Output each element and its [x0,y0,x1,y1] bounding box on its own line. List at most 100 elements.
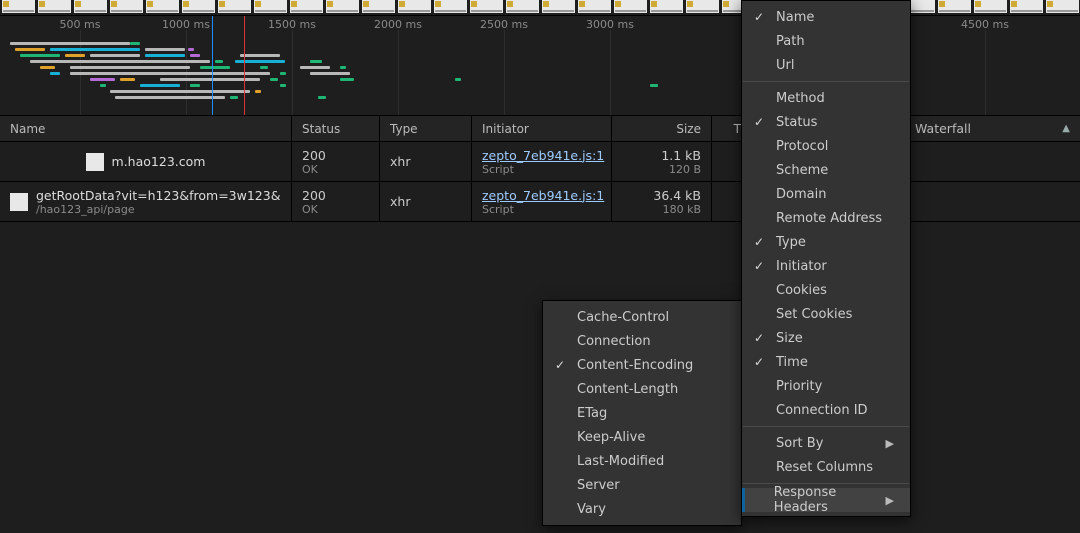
timeline-thumbnail[interactable] [542,0,575,13]
overview-bar [160,78,260,81]
timeline-thumbnail[interactable] [2,0,35,13]
menu-item-label: Set Cookies [776,307,852,322]
overview-bar [10,42,130,45]
column-header-status[interactable]: Status [292,116,380,141]
overview-bar [255,90,261,93]
timeline-thumbnail[interactable] [470,0,503,13]
menu-item[interactable]: Domain [742,182,910,206]
submenu-item[interactable]: Server [543,473,741,497]
overview-bar [145,48,185,51]
timeline-marker [244,16,245,115]
timeline-thumbnail[interactable] [1010,0,1043,13]
submenu-item[interactable]: Last-Modified [543,449,741,473]
timeline-thumbnail[interactable] [218,0,251,13]
initiator-link[interactable]: zepto_7eb941e.js:1 [482,148,601,163]
menu-item[interactable]: Path [742,29,910,53]
submenu-item[interactable]: ✓Content-Encoding [543,353,741,377]
timeline-thumbnail[interactable] [398,0,431,13]
timeline-thumbnail[interactable] [326,0,359,13]
status-code: 200 [302,188,369,203]
timeline-thumbnail[interactable] [254,0,287,13]
column-header-initiator[interactable]: Initiator [472,116,612,141]
menu-item-label: Method [776,91,825,106]
menu-item[interactable]: ✓Time [742,350,910,374]
timeline-thumbnail[interactable] [686,0,719,13]
timeline-thumbnail[interactable] [74,0,107,13]
timeline-thumbnail[interactable] [434,0,467,13]
menu-item[interactable]: Remote Address [742,206,910,230]
timeline-thumbnail[interactable] [1046,0,1079,13]
timeline-thumbnail[interactable] [506,0,539,13]
menu-item[interactable]: Response Headers▶ [742,488,910,512]
menu-item-label: Domain [776,187,826,202]
overview-bar [200,66,230,69]
request-type: xhr [390,154,461,169]
menu-item[interactable]: Scheme [742,158,910,182]
column-header-size[interactable]: Size [612,116,712,141]
menu-item-label: Type [776,235,806,250]
timeline-thumbnail[interactable] [578,0,611,13]
submenu-label: Vary [577,502,606,517]
menu-item[interactable]: Method [742,86,910,110]
menu-item[interactable]: Url [742,53,910,77]
overview-bar [340,78,354,81]
initiator-link[interactable]: zepto_7eb941e.js:1 [482,188,601,203]
header-context-menu[interactable]: ✓NamePathUrl Method ✓ Status ProtocolScheme D… [741,0,911,517]
overview-bar [110,90,250,93]
overview-bar [300,66,330,69]
menu-item[interactable]: ✓ Type [742,230,910,254]
menu-item[interactable]: ✓Name [742,5,910,29]
status-code: 200 [302,148,369,163]
check-icon: ✓ [752,10,766,24]
timeline-thumbnail[interactable] [110,0,143,13]
check-icon: ✓ [752,235,766,249]
response-headers-submenu[interactable]: Cache-ControlConnection✓Content-Encoding… [542,300,742,526]
menu-item[interactable]: Sort By▶ [742,431,910,455]
timeline-thumbnail[interactable] [974,0,1007,13]
overview-bar [230,96,238,99]
submenu-item[interactable]: Cache-Control [543,305,741,329]
timeline-thumbnail-strip[interactable] [0,0,1080,16]
overview-bar [340,66,346,69]
timeline-thumbnail[interactable] [182,0,215,13]
menu-item[interactable]: Reset Columns [742,455,910,479]
menu-item[interactable]: ✓ Status [742,110,910,134]
network-request-row[interactable]: m.hao123.com200OKxhrzepto_7eb941e.js:1Sc… [0,142,1080,182]
timeline-thumbnail[interactable] [146,0,179,13]
menu-item[interactable]: Cookies [742,278,910,302]
network-table-header[interactable]: Name Status Type Initiator Size Time Wat… [0,116,1080,142]
menu-item[interactable]: ✓Size [742,326,910,350]
overview-bar [270,78,278,81]
menu-item[interactable]: Connection ID [742,398,910,422]
submenu-item[interactable]: Keep-Alive [543,425,741,449]
column-header-name[interactable]: Name [0,116,292,141]
timeline-thumbnail[interactable] [38,0,71,13]
menu-item-label: Status [776,115,817,130]
timeline-thumbnail[interactable] [614,0,647,13]
menu-item[interactable]: ✓Initiator [742,254,910,278]
timeline-thumbnail[interactable] [290,0,323,13]
menu-item-label: Response Headers [774,485,876,515]
network-overview-timeline[interactable]: 500 ms1000 ms1500 ms2000 ms2500 ms3000 m… [0,16,1080,116]
overview-bar [145,54,185,57]
menu-item[interactable]: Priority [742,374,910,398]
check-icon: ✓ [553,358,567,372]
timeline-thumbnail[interactable] [938,0,971,13]
timeline-thumbnail[interactable] [650,0,683,13]
submenu-item[interactable]: Content-Length [543,377,741,401]
menu-item[interactable]: Set Cookies [742,302,910,326]
menu-item-label: Time [776,355,808,370]
timeline-thumbnail[interactable] [362,0,395,13]
request-path: /hao123_api/page [36,203,281,216]
overview-bar [20,54,60,57]
menu-item[interactable]: Protocol [742,134,910,158]
submenu-item[interactable]: Vary [543,497,741,521]
check-icon: ✓ [752,115,766,129]
overview-bar [115,96,225,99]
initiator-kind: Script [482,203,601,216]
submenu-item[interactable]: Connection [543,329,741,353]
network-request-row[interactable]: getRootData?vit=h123&from=3w123&sampl...… [0,182,1080,222]
request-type: xhr [390,194,461,209]
submenu-item[interactable]: ETag [543,401,741,425]
column-header-type[interactable]: Type [380,116,472,141]
